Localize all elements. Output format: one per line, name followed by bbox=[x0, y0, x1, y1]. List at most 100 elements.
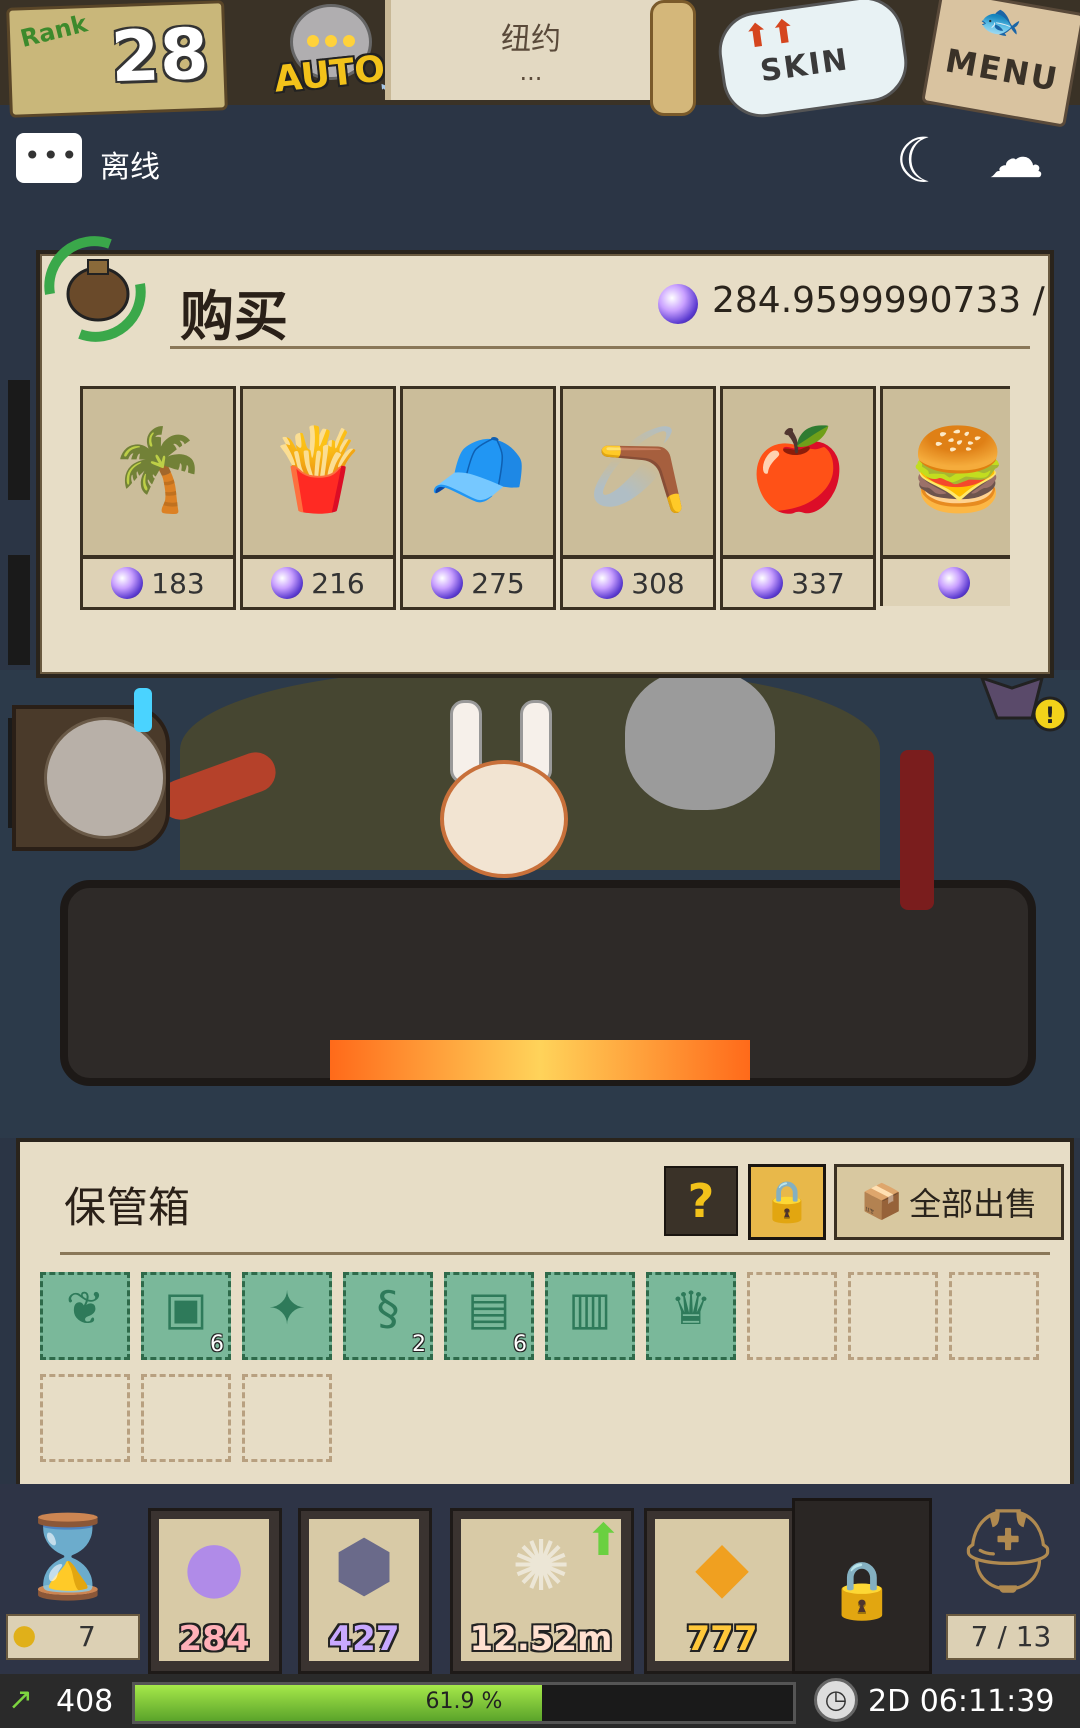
shop-item[interactable]: 🧢 275 bbox=[400, 386, 556, 610]
player-character[interactable] bbox=[420, 700, 580, 930]
storage-slot[interactable]: ▣ 6 bbox=[141, 1272, 231, 1360]
resource-value: 427 bbox=[328, 1619, 400, 1659]
chest-count: 7 / 13 bbox=[970, 1620, 1052, 1653]
cloth-icon: ▤ bbox=[467, 1281, 511, 1335]
monster-alert-icon[interactable]: ! bbox=[972, 668, 1072, 738]
french-fries-icon: 🍟 bbox=[268, 423, 368, 516]
resource-gear[interactable]: ✺ 12.52m ⬆ bbox=[450, 1508, 634, 1674]
divider bbox=[60, 1252, 1050, 1255]
location-name: 纽约 bbox=[501, 22, 561, 57]
shop-item-price[interactable]: 216 bbox=[240, 556, 396, 610]
resource-gem[interactable]: ● 284 bbox=[148, 1508, 282, 1674]
shop-item[interactable]: 🌴 183 bbox=[80, 386, 236, 610]
divider bbox=[170, 346, 1030, 349]
menu-label: MENU bbox=[942, 41, 1062, 99]
boomerang-icon: 🪃 bbox=[588, 423, 688, 516]
shop-item-price[interactable]: 183 bbox=[80, 556, 236, 610]
leaf-icon: ❦ bbox=[65, 1281, 105, 1335]
shop-item-price[interactable]: 337 bbox=[720, 556, 876, 610]
treasure-chest-icon[interactable]: ⛑ bbox=[948, 1504, 1068, 1614]
gem-orb-icon bbox=[591, 567, 624, 599]
shop-item-art: 🌴 bbox=[80, 386, 236, 558]
coin-icon: ● bbox=[12, 1618, 37, 1651]
cube-icon: ▣ bbox=[164, 1281, 208, 1335]
grill-fire bbox=[330, 1040, 750, 1080]
resource-value: 12.52m bbox=[469, 1619, 613, 1659]
side-tab[interactable] bbox=[8, 555, 30, 665]
menu-button[interactable]: 🐟 MENU bbox=[921, 0, 1080, 128]
padlock-icon: 🔒 bbox=[827, 1558, 897, 1623]
sell-all-button[interactable]: 📦 全部出售 bbox=[834, 1164, 1064, 1240]
upgrade-arrow-icon: ⬆ bbox=[585, 1515, 622, 1566]
padlock-icon: 🔒 bbox=[762, 1179, 812, 1225]
palm-tree-icon: 🌴 bbox=[108, 423, 208, 516]
location-banner[interactable]: 纽约 ... bbox=[385, 0, 677, 100]
storage-slot[interactable]: ✦ bbox=[242, 1272, 332, 1360]
locked-slot[interactable]: 🔒 bbox=[792, 1498, 932, 1674]
storage-slot[interactable]: ♛ bbox=[646, 1272, 736, 1360]
resource-gold[interactable]: ◆ 777 bbox=[644, 1508, 802, 1674]
location-subtitle: ... bbox=[519, 58, 543, 86]
storage-slot-empty[interactable] bbox=[848, 1272, 938, 1360]
rank-value: 28 bbox=[109, 12, 210, 99]
side-tab[interactable] bbox=[8, 380, 30, 500]
book-icon: ▥ bbox=[568, 1281, 612, 1335]
item-count: 6 bbox=[513, 1332, 527, 1357]
cat-avatar-icon bbox=[44, 717, 166, 839]
gold-ore-icon: ◆ bbox=[695, 1525, 749, 1607]
character-head bbox=[440, 760, 568, 878]
chat-icon[interactable]: ••• bbox=[16, 133, 82, 183]
potion-count-box: ● 7 bbox=[6, 1614, 140, 1660]
cat-npc[interactable] bbox=[625, 670, 775, 810]
chest-count-box: 7 / 13 bbox=[946, 1614, 1076, 1660]
resource-shield[interactable]: ⬢ 427 bbox=[298, 1508, 432, 1674]
xp-progress-bar: 61.9 % bbox=[132, 1682, 796, 1724]
item-count: 2 bbox=[412, 1332, 426, 1357]
gem-orb-icon bbox=[938, 567, 970, 599]
shop-item-price[interactable]: 275 bbox=[400, 556, 556, 610]
crown-icon: ♛ bbox=[670, 1281, 712, 1335]
balance-value: 284.9599990733 / bbox=[712, 280, 1045, 321]
rank-badge[interactable]: Rank 28 bbox=[6, 0, 228, 118]
storage-slot-empty[interactable] bbox=[141, 1374, 231, 1462]
hourglass-potion-icon[interactable]: ⌛ bbox=[18, 1510, 118, 1620]
gem-orb-icon bbox=[111, 567, 144, 599]
storage-slot-empty[interactable] bbox=[747, 1272, 837, 1360]
countdown-timer: 2D 06:11:39 bbox=[868, 1684, 1055, 1719]
help-button[interactable]: ? bbox=[664, 1166, 738, 1236]
storage-slot[interactable]: ▥ bbox=[545, 1272, 635, 1360]
gem-orb-icon bbox=[271, 567, 304, 599]
burger-icon: 🍔 bbox=[908, 423, 1008, 516]
apple-branch-icon: 🍎 bbox=[748, 423, 848, 516]
shop-item-price[interactable]: 308 bbox=[560, 556, 716, 610]
price-value: 216 bbox=[311, 566, 365, 600]
storage-slot-empty[interactable] bbox=[949, 1272, 1039, 1360]
storage-slot[interactable]: ▤ 6 bbox=[444, 1272, 534, 1360]
bottom-bar: ⌛ ● 7 ● 284 ⬢ 427 ✺ 12.52m ⬆ ◆ 777 🔒 ⛑ 7… bbox=[0, 1484, 1080, 1674]
storage-title: 保管箱 bbox=[64, 1183, 191, 1232]
storage-slot-empty[interactable] bbox=[40, 1374, 130, 1462]
moon-icon[interactable]: ☾ bbox=[895, 124, 951, 197]
shop-item[interactable]: 🍟 216 bbox=[240, 386, 396, 610]
shop-item[interactable]: 🪃 308 bbox=[560, 386, 716, 610]
shop-item[interactable]: 🍎 337 bbox=[720, 386, 876, 610]
lock-button[interactable]: 🔒 bbox=[748, 1164, 826, 1240]
storage-slot[interactable]: ❦ bbox=[40, 1272, 130, 1360]
svg-text:!: ! bbox=[1045, 704, 1055, 729]
storage-slot-empty[interactable] bbox=[242, 1374, 332, 1462]
storage-slot[interactable]: § 2 bbox=[343, 1272, 433, 1360]
resource-value: 777 bbox=[686, 1619, 758, 1659]
chat-dots-icon: ••• bbox=[24, 139, 80, 172]
buy-panel: 购买 284.9599990733 / 🌴 183 🍟 216 🧢 275 � bbox=[36, 236, 1054, 678]
price-value: 275 bbox=[471, 566, 525, 600]
shop-item[interactable]: 🍔 bbox=[880, 386, 1010, 606]
level-up-icon: ↗ bbox=[8, 1682, 34, 1717]
price-value: 183 bbox=[151, 566, 205, 600]
buy-title: 购买 bbox=[180, 285, 288, 348]
shop-item-art: 🧢 bbox=[400, 386, 556, 558]
shop-item-price[interactable] bbox=[880, 556, 1010, 606]
spring-icon: § bbox=[376, 1281, 400, 1335]
wine-bottle-prop bbox=[900, 750, 934, 910]
cloud-upload-icon[interactable]: ☁ bbox=[988, 126, 1044, 191]
rank-label: Rank bbox=[17, 9, 91, 53]
